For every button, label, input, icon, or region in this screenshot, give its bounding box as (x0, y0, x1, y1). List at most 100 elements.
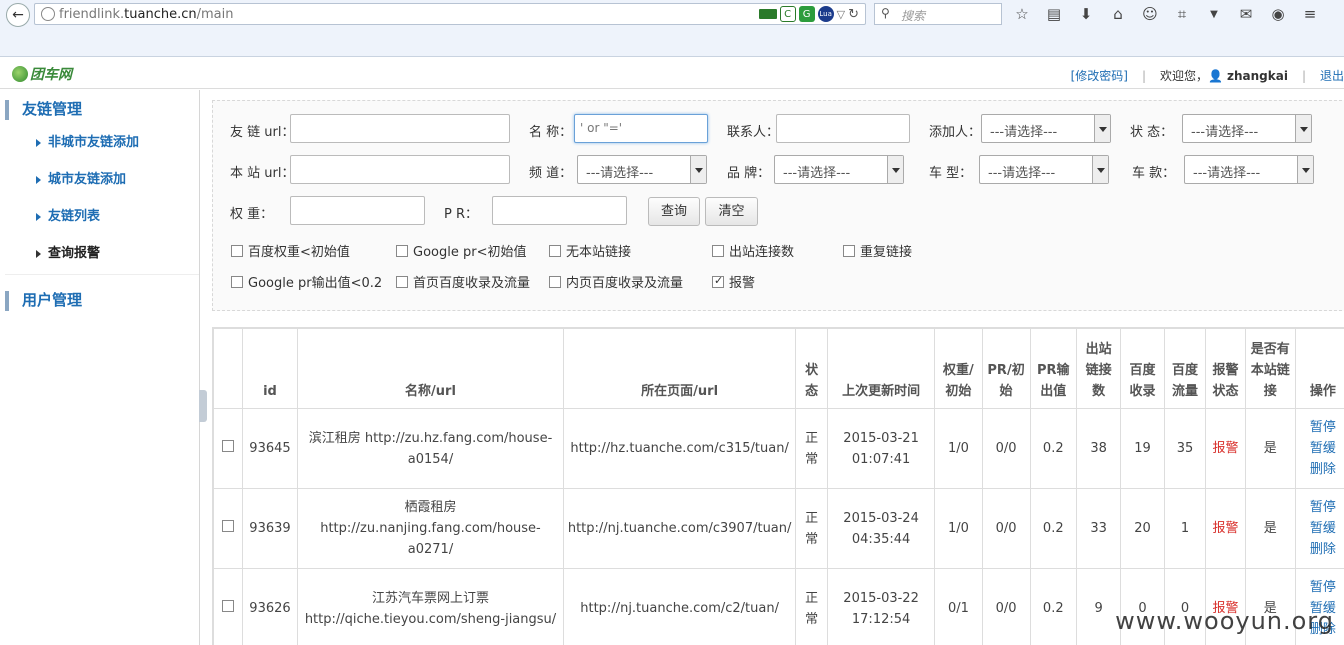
search-icon: ⚲ (881, 6, 890, 20)
checkbox-baidu-weight[interactable]: 百度权重<初始值 (231, 241, 350, 260)
weight-input[interactable] (290, 196, 425, 225)
row-bd-traffic: 1 (1163, 488, 1207, 569)
col-name-url: 名称/url (297, 328, 564, 409)
clear-button[interactable]: 清空 (705, 197, 758, 226)
chevron-down-icon (887, 156, 903, 183)
crop-icon[interactable]: ⌗ (1172, 4, 1192, 24)
row-bd-traffic: 35 (1163, 408, 1207, 489)
col-actions: 操作 (1294, 328, 1344, 409)
welcome-text: 欢迎您， (1160, 69, 1209, 83)
flag-icon[interactable] (758, 9, 777, 19)
pause-link[interactable]: 暂停 (1300, 577, 1344, 598)
lua-extension-icon[interactable]: Lua (817, 6, 834, 22)
friend-url-input[interactable] (290, 114, 510, 143)
row-page: http://nj.tuanche.com/c3907/tuan/ (562, 488, 797, 569)
sidebar-section-friendlinks[interactable]: 友链管理 (0, 90, 199, 126)
checkbox-duplicate-link[interactable]: 重复链接 (843, 241, 912, 260)
row-out-links: 38 (1076, 408, 1122, 489)
arrow-right-icon (36, 176, 41, 184)
checkbox-homepage-baidu[interactable]: 首页百度收录及流量 (396, 272, 530, 291)
car-type-select[interactable]: ---请选择--- (979, 155, 1109, 184)
back-arrow-icon[interactable]: ← (6, 3, 30, 27)
chevron-down-icon (1092, 156, 1108, 183)
sidebar-item-add-city[interactable]: 城市友链添加 (5, 163, 199, 200)
sidebar: 友链管理 非城市友链添加 城市友链添加 友链列表 查询报警 用户管理 (0, 90, 200, 645)
crescent-icon[interactable]: C (779, 6, 796, 22)
name-input[interactable]: ' or "=' (574, 114, 708, 143)
sidebar-item-link-list[interactable]: 友链列表 (5, 200, 199, 237)
row-checkbox[interactable] (221, 520, 234, 532)
home-icon[interactable]: ⌂ (1108, 4, 1128, 24)
caret-icon[interactable]: ▼ (1204, 4, 1224, 24)
chat-icon[interactable]: ✉ (1236, 4, 1256, 24)
delete-link[interactable]: 删除 (1300, 539, 1344, 560)
checkbox-google-pr[interactable]: Google pr<初始值 (396, 241, 526, 260)
sidebar-item-query-alarm[interactable]: 查询报警 (5, 237, 199, 274)
defer-link[interactable]: 暂缓 (1300, 438, 1344, 459)
row-checkbox[interactable] (221, 440, 234, 452)
brand-label: 品 牌： (727, 166, 771, 181)
row-checkbox[interactable] (221, 600, 234, 612)
status-select[interactable]: ---请选择--- (1182, 114, 1312, 143)
pause-link[interactable]: 暂停 (1300, 417, 1344, 438)
query-button[interactable]: 查询 (648, 197, 700, 226)
car-type-label: 车 型： (929, 166, 973, 181)
site-url-input[interactable] (290, 155, 510, 184)
row-id: 93645 (241, 408, 299, 489)
col-id: id (241, 328, 299, 409)
arrow-right-icon (36, 139, 41, 147)
logo-icon (12, 66, 28, 82)
brand-select[interactable]: ---请选择--- (774, 155, 904, 184)
change-password-link[interactable]: [修改密码] (1071, 67, 1128, 84)
row-pr-out: 0.2 (1029, 568, 1078, 645)
contact-input[interactable] (776, 114, 910, 143)
site-logo[interactable]: 团车网 (12, 64, 72, 84)
row-name: 栖霞租房 http://zu.nanjing.fang.com/house-a0… (297, 488, 564, 569)
menu-icon[interactable]: ≡ (1300, 4, 1320, 24)
adder-select[interactable]: ---请选择--- (981, 114, 1111, 143)
row-bd-index: 19 (1120, 408, 1165, 489)
checkbox-no-site-link[interactable]: 无本站链接 (549, 241, 631, 260)
row-weight: 1/0 (934, 408, 983, 489)
sidebar-section-users[interactable]: 用户管理 (0, 281, 199, 317)
app-header: 团车网 [修改密码] | 欢迎您， 👤 zhangkai | 退出 (0, 58, 1344, 89)
checkbox-outbound-count[interactable]: 出站连接数 (712, 241, 794, 260)
row-page: http://hz.tuanche.com/c315/tuan/ (562, 408, 797, 489)
row-alarm: 报警 (1205, 488, 1246, 569)
row-id: 93639 (241, 488, 299, 569)
results-table: id 名称/url 所在页面/url 状态 上次更新时间 权重/初始 PR/初始… (213, 328, 1344, 645)
dropdown-icon[interactable]: ▽ (837, 8, 845, 21)
g-extension-icon[interactable]: G (798, 6, 815, 22)
delete-link[interactable]: 删除 (1300, 459, 1344, 480)
row-pr-out: 0.2 (1029, 408, 1078, 489)
logout-link[interactable]: 退出 (1320, 67, 1344, 84)
car-model-select[interactable]: ---请选择--- (1184, 155, 1314, 184)
smiley-icon[interactable]: ☺ (1140, 4, 1160, 24)
car-model-label: 车 款： (1132, 166, 1176, 181)
browser-search-box[interactable]: ⚲ 搜索 (874, 3, 1002, 25)
clipboard-icon[interactable]: ▤ (1044, 4, 1064, 24)
channel-select[interactable]: ---请选择--- (577, 155, 707, 184)
checkbox-innerpage-baidu[interactable]: 内页百度收录及流量 (549, 272, 683, 291)
checkbox-google-pr-output[interactable]: Google pr输出值<0.2 (231, 272, 382, 291)
pr-input[interactable] (492, 196, 627, 225)
sidebar-item-add-noncity[interactable]: 非城市友链添加 (5, 126, 199, 163)
col-baidu-traffic: 百度流量 (1163, 328, 1207, 409)
reload-icon[interactable]: ↻ (848, 7, 859, 22)
channel-label: 频 道： (529, 166, 573, 181)
download-icon[interactable]: ⬇ (1076, 4, 1096, 24)
browser-toolbar: ← friendlink.tuanche.cn/main C G Lua ▽ ↻… (0, 0, 1344, 57)
col-select (213, 328, 243, 409)
sidebar-collapse-handle[interactable] (199, 390, 207, 422)
address-bar[interactable]: friendlink.tuanche.cn/main C G Lua ▽ ↻ (34, 3, 866, 25)
friend-url-label: 友 链 url： (230, 125, 295, 140)
row-has-link: 是 (1244, 488, 1296, 569)
col-pr: PR/初始 (981, 328, 1031, 409)
checkbox-alarm[interactable]: 报警 (712, 272, 755, 291)
bookmark-star-icon[interactable]: ☆ (1012, 4, 1032, 24)
row-status: 正常 (795, 568, 828, 645)
globe-menu-icon[interactable]: ◉ (1268, 4, 1288, 24)
pause-link[interactable]: 暂停 (1300, 497, 1344, 518)
defer-link[interactable]: 暂缓 (1300, 518, 1344, 539)
chevron-down-icon (1295, 115, 1311, 142)
